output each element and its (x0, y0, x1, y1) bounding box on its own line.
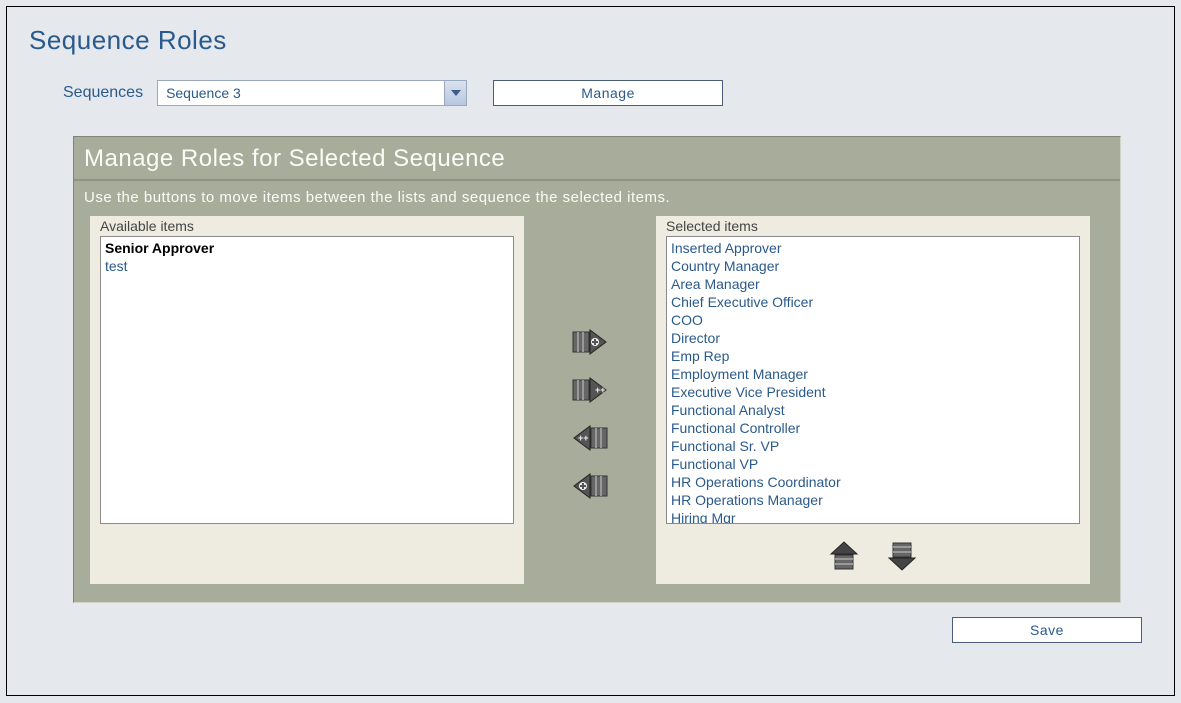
roles-panel-title: Manage Roles for Selected Sequence (74, 137, 1120, 181)
available-label: Available items (90, 216, 524, 236)
selected-listbox[interactable]: Inserted ApproverCountry ManagerArea Man… (666, 236, 1080, 524)
available-listbox[interactable]: Senior Approvertest (100, 236, 514, 524)
main-panel: Sequence Roles Sequences Sequence 3 Mana… (6, 6, 1175, 696)
page-title: Sequence Roles (29, 25, 1154, 56)
reorder-buttons (656, 534, 1090, 584)
list-item[interactable]: test (105, 257, 509, 275)
sequence-select[interactable]: Sequence 3 (157, 80, 467, 106)
list-item[interactable]: Employment Manager (671, 365, 1075, 383)
list-item[interactable]: COO (671, 311, 1075, 329)
list-item[interactable]: Functional Analyst (671, 401, 1075, 419)
list-item[interactable]: Area Manager (671, 275, 1075, 293)
save-row: Save (27, 617, 1142, 643)
list-item[interactable]: HR Operations Manager (671, 491, 1075, 509)
move-down-button[interactable] (881, 540, 923, 574)
move-right-button[interactable] (569, 326, 611, 360)
save-button[interactable]: Save (952, 617, 1142, 643)
list-item[interactable]: Director (671, 329, 1075, 347)
arrow-up-icon (827, 540, 861, 575)
chevron-down-icon (444, 81, 466, 105)
shuttle: Available items Senior Approvertest (74, 216, 1120, 602)
list-item[interactable]: HR Operations Coordinator (671, 473, 1075, 491)
svg-text:++: ++ (578, 433, 589, 443)
list-item[interactable]: Emp Rep (671, 347, 1075, 365)
selected-label: Selected items (656, 216, 1090, 236)
list-item[interactable]: Chief Executive Officer (671, 293, 1075, 311)
list-item[interactable]: Functional VP (671, 455, 1075, 473)
list-item[interactable]: Inserted Approver (671, 239, 1075, 257)
list-item[interactable]: Functional Sr. VP (671, 437, 1075, 455)
arrow-right-icon (570, 326, 610, 361)
arrow-all-left-icon: ++ (570, 422, 610, 457)
list-item[interactable]: Country Manager (671, 257, 1075, 275)
arrow-down-icon (885, 540, 919, 575)
arrow-left-icon (570, 470, 610, 505)
selected-column: Selected items Inserted ApproverCountry … (656, 216, 1090, 584)
roles-panel-instructions: Use the buttons to move items between th… (74, 181, 1120, 216)
sequence-select-value: Sequence 3 (166, 85, 241, 101)
move-all-left-button[interactable]: ++ (569, 422, 611, 456)
available-column: Available items Senior Approvertest (90, 216, 524, 584)
toolbar: Sequences Sequence 3 Manage (63, 80, 1154, 106)
manage-button[interactable]: Manage (493, 80, 723, 106)
list-item[interactable]: Executive Vice President (671, 383, 1075, 401)
shuttle-buttons: ++ ++ (558, 216, 622, 584)
roles-panel: Manage Roles for Selected Sequence Use t… (73, 136, 1121, 603)
svg-text:++: ++ (595, 385, 606, 395)
list-item[interactable]: Senior Approver (105, 239, 509, 257)
list-item[interactable]: Hiring Mgr (671, 509, 1075, 524)
move-left-button[interactable] (569, 470, 611, 504)
arrow-all-right-icon: ++ (570, 374, 610, 409)
list-item[interactable]: Functional Controller (671, 419, 1075, 437)
sequences-label: Sequences (63, 84, 143, 102)
move-all-right-button[interactable]: ++ (569, 374, 611, 408)
move-up-button[interactable] (823, 540, 865, 574)
